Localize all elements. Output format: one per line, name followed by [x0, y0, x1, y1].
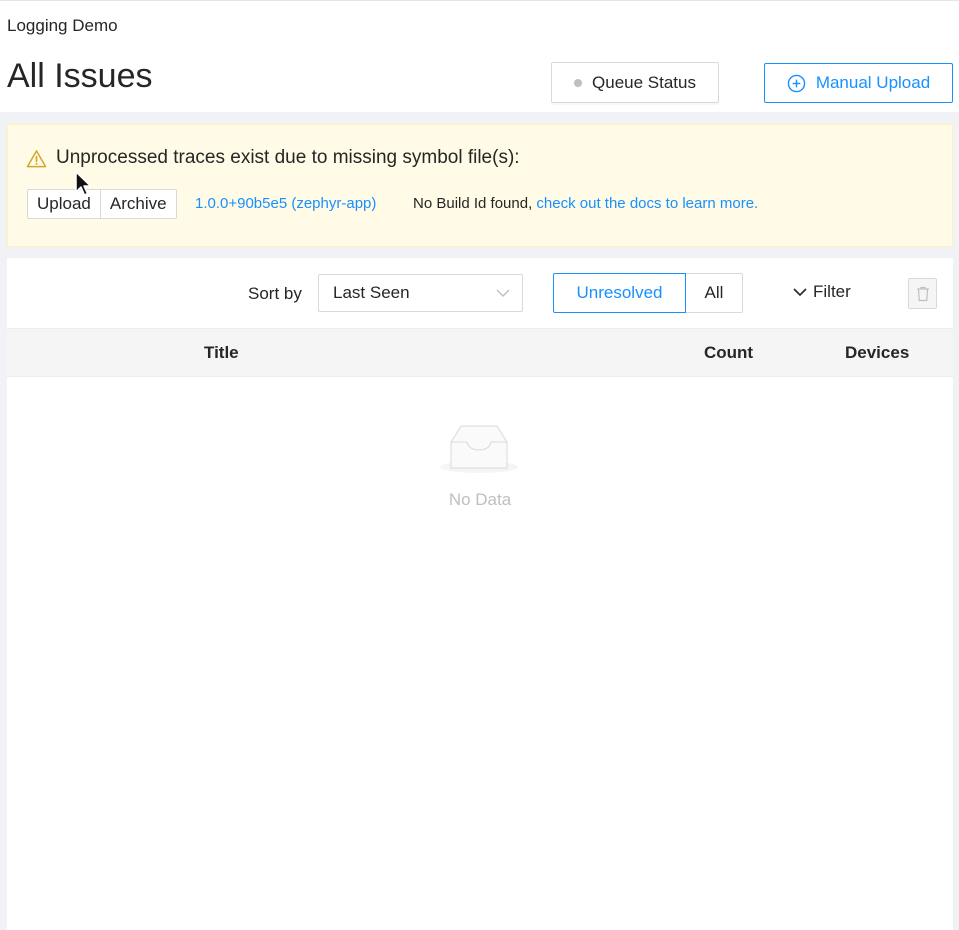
trash-icon: [916, 286, 929, 301]
warning-icon: [26, 150, 47, 168]
column-count[interactable]: Count: [704, 343, 753, 363]
archive-button[interactable]: Archive: [100, 189, 177, 219]
docs-link[interactable]: check out the docs to learn more.: [536, 195, 758, 212]
queue-status-label: Queue Status: [592, 72, 696, 92]
manual-upload-button[interactable]: Manual Upload: [764, 63, 953, 103]
sort-label: Sort by: [248, 284, 302, 303]
alert-message: Unprocessed traces exist due to missing …: [56, 147, 520, 168]
page-title: All Issues: [7, 57, 153, 95]
empty-inbox-icon: [440, 425, 518, 473]
chevron-down-icon: [793, 288, 807, 297]
tab-unresolved[interactable]: Unresolved: [553, 273, 686, 313]
empty-state-text: No Data: [448, 490, 512, 509]
sort-value: Last Seen: [333, 283, 410, 302]
no-build-id-text: No Build Id found,: [413, 195, 537, 212]
manual-upload-label: Manual Upload: [815, 73, 931, 92]
alert-actions: Upload Archive: [27, 189, 177, 219]
status-tabs: Unresolved All: [553, 273, 743, 313]
chevron-down-icon: [496, 289, 510, 297]
page-header: Logging Demo All Issues Queue Status Man…: [0, 0, 959, 112]
column-title[interactable]: Title: [204, 343, 239, 363]
table-header: Title Count Devices: [7, 328, 953, 377]
page: Logging Demo All Issues Queue Status Man…: [0, 0, 959, 930]
plus-circle-icon: [787, 74, 806, 92]
upload-button[interactable]: Upload: [27, 189, 101, 219]
build-version-link[interactable]: 1.0.0+90b5e5 (zephyr-app): [195, 195, 376, 212]
status-dot-icon: [574, 78, 583, 87]
filter-label: Filter: [813, 282, 851, 301]
tab-all[interactable]: All: [686, 273, 743, 313]
sort-select[interactable]: Last Seen: [318, 274, 523, 312]
column-devices[interactable]: Devices: [845, 343, 909, 363]
missing-symbols-alert: Unprocessed traces exist due to missing …: [7, 124, 953, 247]
issues-card: Sort by Last Seen Unresolved All Filter: [7, 258, 953, 930]
build-note: No Build Id found, check out the docs to…: [413, 195, 758, 212]
filter-button[interactable]: Filter: [793, 282, 851, 302]
project-name: Logging Demo: [7, 16, 118, 35]
queue-status-button[interactable]: Queue Status: [551, 62, 719, 103]
delete-button[interactable]: [908, 278, 937, 309]
